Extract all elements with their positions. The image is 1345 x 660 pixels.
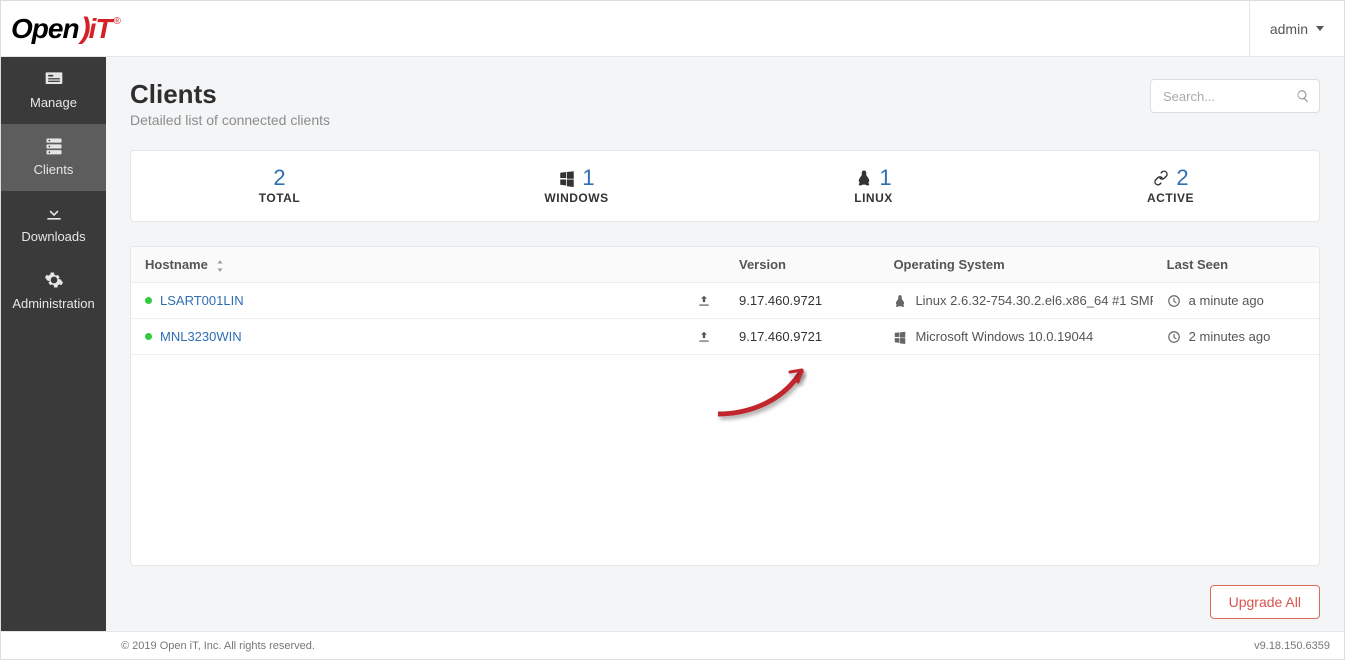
user-menu[interactable]: admin bbox=[1249, 1, 1344, 56]
stat-label: WINDOWS bbox=[544, 191, 608, 205]
download-icon bbox=[41, 203, 67, 223]
sidebar-item-label: Clients bbox=[34, 162, 74, 177]
sort-icon bbox=[215, 260, 225, 272]
caret-down-icon bbox=[1316, 26, 1324, 31]
col-version[interactable]: Version bbox=[725, 247, 879, 283]
sidebar-item-clients[interactable]: Clients bbox=[1, 124, 106, 191]
main-content: Clients Detailed list of connected clien… bbox=[106, 57, 1344, 631]
last-seen-text: 2 minutes ago bbox=[1189, 329, 1271, 344]
status-dot bbox=[145, 333, 152, 340]
clients-table-panel: Hostname Version Operating System Last S… bbox=[130, 246, 1320, 566]
clock-icon bbox=[1167, 294, 1181, 308]
stat-windows[interactable]: 1 WINDOWS bbox=[428, 151, 725, 221]
stat-value: 2 bbox=[273, 167, 285, 189]
stat-label: LINUX bbox=[854, 191, 893, 205]
sidebar-item-label: Administration bbox=[12, 296, 94, 311]
search-icon bbox=[1296, 89, 1310, 103]
hostname-link[interactable]: MNL3230WIN bbox=[160, 329, 242, 344]
stat-active[interactable]: 2 ACTIVE bbox=[1022, 151, 1319, 221]
page-subtitle: Detailed list of connected clients bbox=[130, 112, 330, 128]
upgrade-all-button[interactable]: Upgrade All bbox=[1210, 585, 1320, 619]
sidebar-item-administration[interactable]: Administration bbox=[1, 258, 106, 325]
stat-value: 1 bbox=[582, 167, 594, 189]
linux-icon bbox=[855, 169, 873, 187]
sidebar: Manage Clients Downloads Administration bbox=[1, 57, 106, 631]
sidebar-item-downloads[interactable]: Downloads bbox=[1, 191, 106, 258]
clients-icon bbox=[41, 136, 67, 156]
sidebar-item-label: Downloads bbox=[21, 229, 85, 244]
col-last-seen[interactable]: Last Seen bbox=[1153, 247, 1319, 283]
windows-icon bbox=[893, 330, 907, 344]
upload-icon[interactable] bbox=[697, 330, 711, 344]
upload-icon[interactable] bbox=[697, 294, 711, 308]
os-text: Microsoft Windows 10.0.19044 bbox=[915, 329, 1093, 344]
clients-table: Hostname Version Operating System Last S… bbox=[131, 247, 1319, 355]
sidebar-item-manage[interactable]: Manage bbox=[1, 57, 106, 124]
windows-icon bbox=[558, 169, 576, 187]
col-hostname[interactable]: Hostname bbox=[131, 247, 725, 283]
logo[interactable]: Open)iT® bbox=[1, 12, 119, 46]
sidebar-item-label: Manage bbox=[30, 95, 77, 110]
os-text: Linux 2.6.32-754.30.2.el6.x86_64 #1 SMP… bbox=[915, 293, 1152, 308]
link-icon bbox=[1152, 169, 1170, 187]
table-row: LSART001LIN 9.17.460.9721 Linux 2.6.32-7… bbox=[131, 283, 1319, 319]
stat-value: 1 bbox=[879, 167, 891, 189]
table-row: MNL3230WIN 9.17.460.9721 Microsoft Windo… bbox=[131, 319, 1319, 355]
col-os[interactable]: Operating System bbox=[879, 247, 1152, 283]
stat-label: TOTAL bbox=[259, 191, 300, 205]
search-wrap bbox=[1150, 79, 1320, 113]
clock-icon bbox=[1167, 330, 1181, 344]
search-input[interactable] bbox=[1150, 79, 1320, 113]
footer-version: v9.18.150.6359 bbox=[1254, 640, 1330, 652]
stats-panel: 2 TOTAL 1 WINDOWS 1 LINUX bbox=[130, 150, 1320, 222]
last-seen-text: a minute ago bbox=[1189, 293, 1264, 308]
stat-value: 2 bbox=[1176, 167, 1188, 189]
linux-icon bbox=[893, 294, 907, 308]
stat-total[interactable]: 2 TOTAL bbox=[131, 151, 428, 221]
version-cell: 9.17.460.9721 bbox=[725, 283, 879, 319]
hostname-link[interactable]: LSART001LIN bbox=[160, 293, 244, 308]
version-cell: 9.17.460.9721 bbox=[725, 319, 879, 355]
user-label: admin bbox=[1270, 21, 1308, 37]
footer: © 2019 Open iT, Inc. All rights reserved… bbox=[1, 631, 1344, 659]
status-dot bbox=[145, 297, 152, 304]
page-title: Clients bbox=[130, 79, 330, 110]
stat-linux[interactable]: 1 LINUX bbox=[725, 151, 1022, 221]
gears-icon bbox=[41, 270, 67, 290]
topbar: Open)iT® admin bbox=[1, 1, 1344, 57]
footer-copyright: © 2019 Open iT, Inc. All rights reserved… bbox=[121, 640, 315, 652]
stat-label: ACTIVE bbox=[1147, 191, 1194, 205]
manage-icon bbox=[41, 69, 67, 89]
